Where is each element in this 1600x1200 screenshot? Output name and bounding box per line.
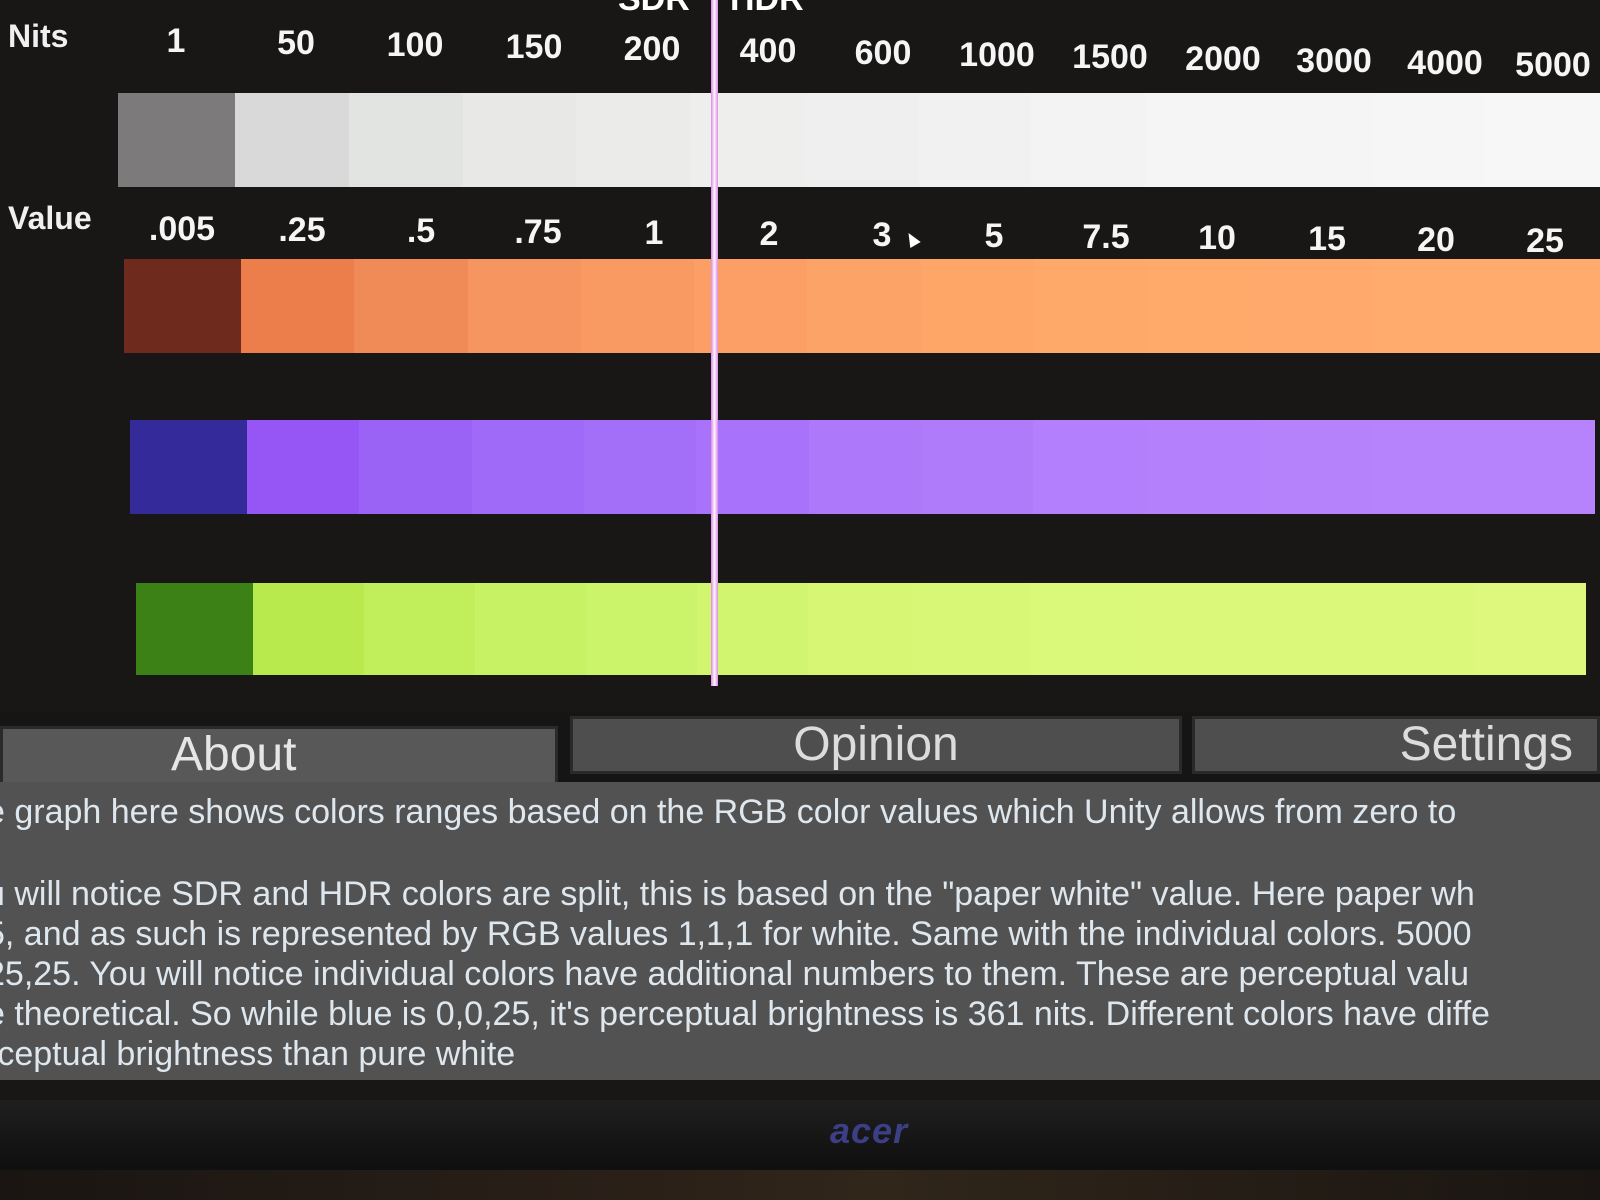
green-band-segment bbox=[808, 583, 920, 675]
monitor-brand-logo: acer bbox=[830, 1110, 909, 1151]
nits-tick-label: 1 bbox=[166, 22, 186, 60]
purple-brightness-band bbox=[130, 420, 1595, 514]
nits-tick-label: 400 bbox=[739, 32, 797, 70]
green-band-segment bbox=[364, 583, 476, 675]
value-tick-label: .005 bbox=[148, 210, 216, 248]
value-tick-label: .5 bbox=[406, 212, 436, 250]
green-band-segment bbox=[919, 583, 1031, 675]
tab-bar: About Opinion Settings bbox=[0, 712, 1600, 786]
value-tick-label: 20 bbox=[1417, 221, 1455, 259]
description-line: u will notice SDR and HDR colors are spl… bbox=[0, 875, 1475, 913]
purple-band-segment bbox=[1482, 420, 1595, 514]
white-band-dark-segment bbox=[118, 93, 235, 187]
purple-band-segment bbox=[1145, 420, 1258, 514]
green-band-segment bbox=[1141, 583, 1253, 675]
purple-band-segment bbox=[1033, 420, 1146, 514]
purple-band-segment bbox=[471, 420, 584, 514]
orange-band-segment bbox=[1260, 259, 1374, 353]
value-tick-label: .25 bbox=[278, 211, 326, 249]
nits-tick-label: 100 bbox=[386, 26, 444, 64]
value-tick-label: 7.5 bbox=[1082, 218, 1130, 256]
white-band-segment bbox=[1486, 93, 1600, 187]
orange-brightness-band bbox=[124, 259, 1600, 353]
green-brightness-band bbox=[136, 583, 1586, 675]
value-tick-row: .005 .25 .5 .75 1 2 3 5 7.5 10 15 20 25 bbox=[0, 210, 1600, 260]
white-band-segment bbox=[917, 93, 1032, 187]
white-band-segment bbox=[1031, 93, 1145, 187]
white-band-segment bbox=[1145, 93, 1259, 187]
nits-tick-label: 50 bbox=[277, 24, 315, 62]
white-band-segment bbox=[235, 93, 349, 187]
green-band-segment bbox=[475, 583, 587, 675]
orange-band-segment bbox=[1486, 259, 1600, 353]
value-tick-label: 5 bbox=[984, 217, 1004, 255]
white-band-segment bbox=[576, 93, 690, 187]
orange-band-segment bbox=[807, 259, 921, 353]
nits-tick-label: 5000 bbox=[1515, 46, 1591, 84]
white-band-segment bbox=[348, 93, 463, 187]
purple-band-segment bbox=[920, 420, 1034, 514]
purple-band-segment bbox=[1370, 420, 1483, 514]
green-band-segment bbox=[1363, 583, 1475, 675]
white-band-segment bbox=[462, 93, 577, 187]
value-tick-label: 15 bbox=[1308, 220, 1346, 258]
description-line: 5, and as such is represented by RGB val… bbox=[0, 915, 1472, 953]
tab-settings[interactable]: Settings bbox=[1192, 716, 1600, 774]
sdr-hdr-split-line bbox=[711, 0, 718, 686]
value-tick-label: 3 bbox=[872, 216, 892, 254]
purple-band-dark-segment bbox=[130, 420, 247, 514]
green-band-dark-segment bbox=[136, 583, 253, 675]
green-band-segment bbox=[1030, 583, 1142, 675]
hdr-range-app-screen: SDR HDR Nits 150100150200400600100015002… bbox=[0, 0, 1600, 1100]
nits-tick-label: 2000 bbox=[1185, 40, 1261, 78]
nits-tick-label: 3000 bbox=[1296, 42, 1372, 80]
purple-band-segment bbox=[583, 420, 697, 514]
value-tick-label: .75 bbox=[514, 213, 562, 251]
nits-tick-label: 1000 bbox=[959, 36, 1035, 74]
nits-tick-label: 150 bbox=[505, 28, 563, 66]
description-line: e graph here shows colors ranges based o… bbox=[0, 793, 1457, 831]
value-tick-label: 25 bbox=[1526, 222, 1564, 260]
white-band-segment bbox=[803, 93, 918, 187]
orange-band-segment bbox=[241, 259, 355, 353]
purple-band-segment bbox=[359, 420, 472, 514]
orange-band-segment bbox=[1033, 259, 1147, 353]
nits-tick-row: 1 50 100 150 200 400 600 1000 1500 2000 3000 4000 50… bbox=[0, 22, 1600, 84]
nits-tick-label: 4000 bbox=[1407, 44, 1483, 82]
orange-band-segment bbox=[580, 259, 694, 353]
nits-tick-label: 600 bbox=[854, 34, 912, 72]
green-band-segment bbox=[586, 583, 698, 675]
description-line: e theoretical. So while blue is 0,0,25, … bbox=[0, 995, 1490, 1033]
purple-band-segment bbox=[247, 420, 360, 514]
description-line: 25,25. You will notice individual colors… bbox=[0, 955, 1470, 993]
orange-band-segment bbox=[467, 259, 581, 353]
white-band-segment bbox=[1258, 93, 1373, 187]
green-band-segment bbox=[1474, 583, 1586, 675]
tab-about[interactable]: About bbox=[0, 726, 558, 786]
orange-band-dark-segment bbox=[124, 259, 241, 353]
white-band-segment bbox=[1372, 93, 1487, 187]
green-band-segment bbox=[253, 583, 365, 675]
sdr-section-label: SDR bbox=[618, 0, 690, 19]
purple-band-segment bbox=[1257, 420, 1371, 514]
hdr-section-label: HDR bbox=[730, 0, 804, 19]
orange-band-segment bbox=[1373, 259, 1487, 353]
value-tick-label: 2 bbox=[759, 215, 779, 253]
tab-opinion[interactable]: Opinion bbox=[570, 716, 1182, 774]
nits-tick-label: 200 bbox=[623, 30, 681, 68]
white-brightness-band bbox=[118, 93, 1600, 187]
white-band-segment bbox=[690, 93, 804, 187]
about-description-panel: e graph here shows colors ranges based o… bbox=[0, 782, 1600, 1080]
purple-band-segment bbox=[808, 420, 921, 514]
value-tick-label: 1 bbox=[644, 214, 664, 252]
description-line: rceptual brightness than pure white bbox=[0, 1035, 516, 1073]
value-tick-label: 10 bbox=[1198, 219, 1236, 257]
orange-band-segment bbox=[354, 259, 468, 353]
desk-background bbox=[0, 1170, 1600, 1200]
orange-band-segment bbox=[920, 259, 1034, 353]
nits-tick-label: 1500 bbox=[1072, 38, 1148, 76]
green-band-segment bbox=[1252, 583, 1364, 675]
orange-band-segment bbox=[1147, 259, 1261, 353]
